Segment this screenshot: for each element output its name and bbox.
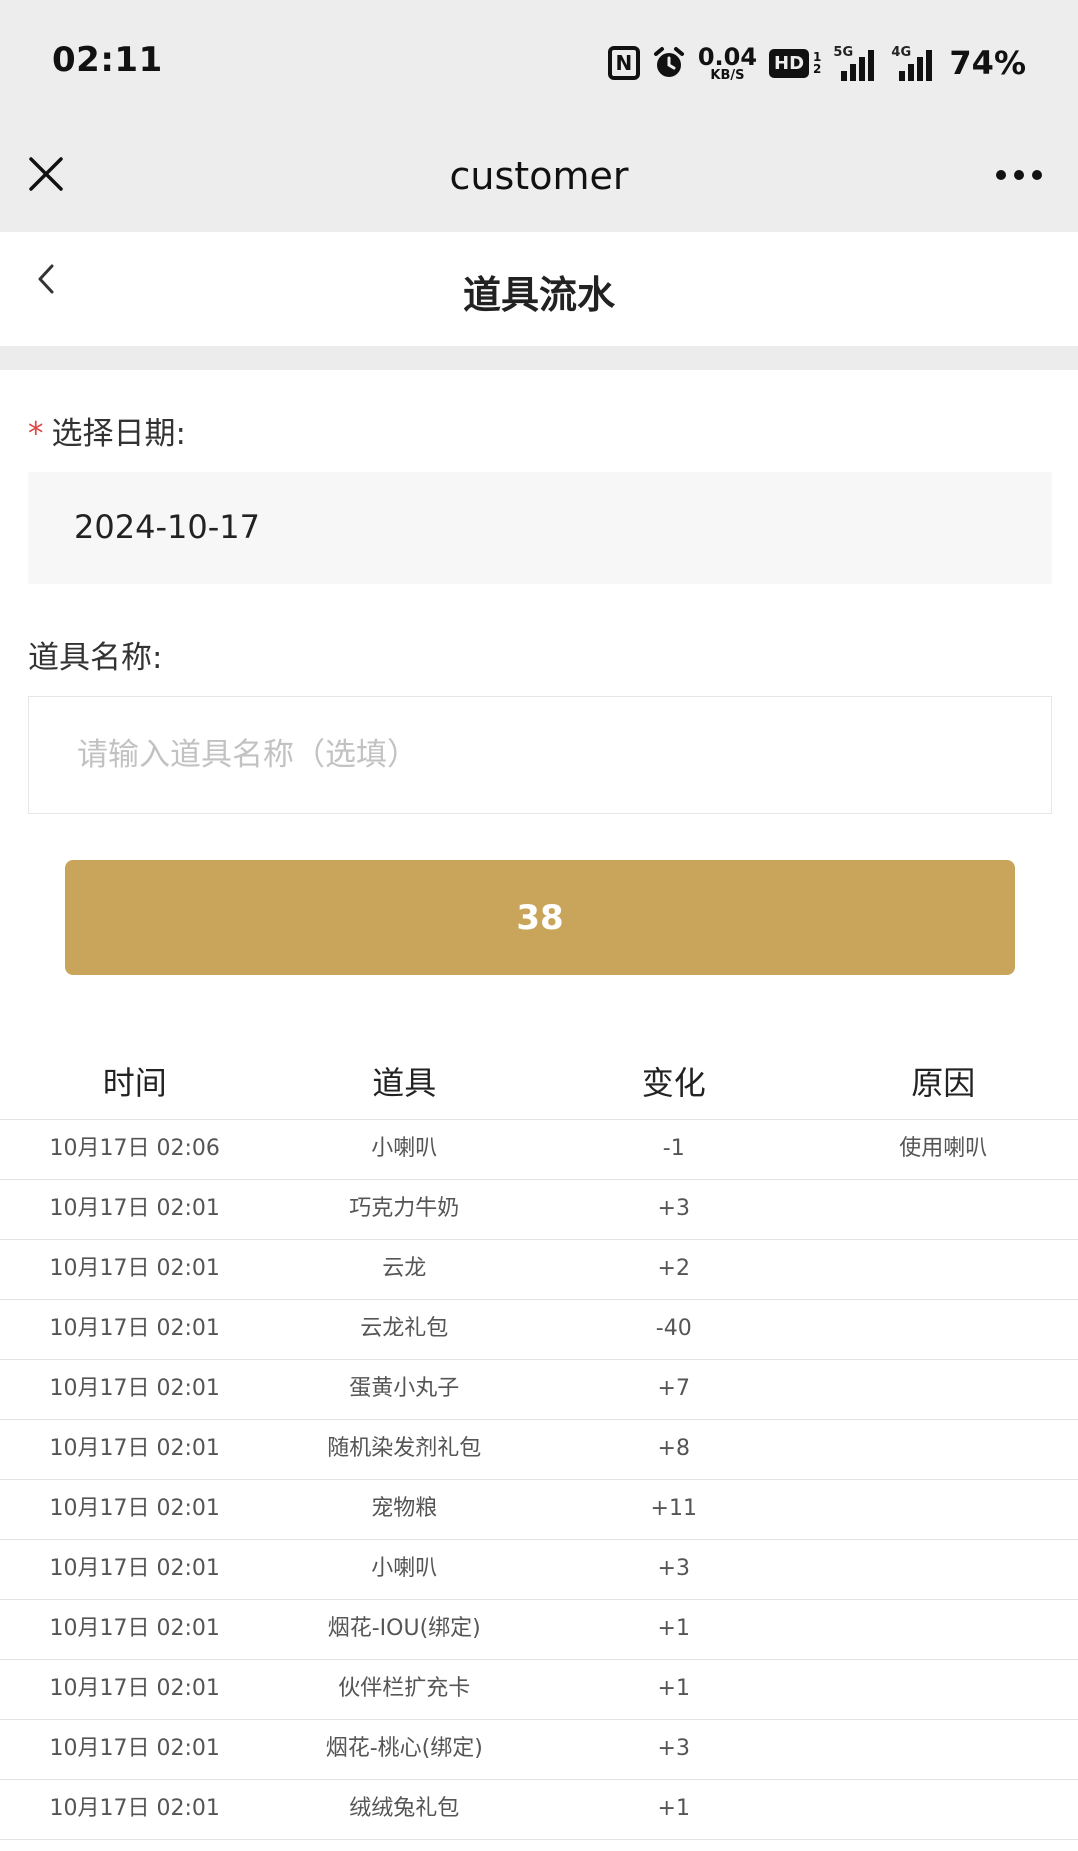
item-name-input[interactable] [77,733,977,777]
cell-reason [809,1420,1078,1479]
cell-time: 10月17日 02:01 [49,1256,220,1281]
app-title-bar: customer [0,120,1078,232]
cell-change: +3 [657,1736,690,1761]
cell-item: 绒绒兔礼包 [349,1796,460,1821]
table-row: 10月17日 02:01 烟花-IOU(绑定) +1 [0,1600,1078,1660]
cell-time: 10月17日 02:01 [49,1436,220,1461]
cell-reason [809,1360,1078,1419]
cell-item: 巧克力牛奶 [349,1196,460,1221]
cell-change: -40 [655,1316,692,1341]
cell-change: +3 [657,1196,690,1221]
required-mark: * [28,416,44,452]
status-time: 02:11 [52,40,163,80]
submit-button[interactable]: 38 [65,860,1015,975]
cell-change: +8 [657,1436,690,1461]
cell-change: +1 [657,1796,690,1821]
cell-change: +7 [657,1376,690,1401]
cell-time: 10月17日 02:01 [49,1196,220,1221]
cell-time: 10月17日 02:01 [49,1796,220,1821]
date-field-label: * 选择日期: [28,408,186,453]
cell-item: 小喇叭 [371,1136,438,1161]
table-row: 10月17日 02:01 巧克力牛奶 +3 [0,1180,1078,1240]
cell-time: 10月17日 02:01 [49,1556,220,1581]
table-row: 10月17日 02:01 云龙 +2 [0,1240,1078,1300]
cell-change: +1 [657,1616,690,1641]
item-log-table: 时间 道具 变化 原因 10月17日 02:06 小喇叭 -1 使用喇叭 10月… [0,1052,1078,1840]
table-row: 10月17日 02:01 伙伴栏扩充卡 +1 [0,1660,1078,1720]
cell-reason [809,1300,1078,1359]
hd-sim-index: 1 2 [813,51,821,75]
net-speed-unit: KB/S [710,67,745,83]
more-options-icon[interactable] [996,170,1042,182]
cell-time: 10月17日 02:01 [49,1616,220,1641]
page-header: 道具流水 [0,232,1078,346]
table-header: 时间 道具 变化 原因 [0,1052,1078,1120]
hd-voice-icon: HD [769,48,810,78]
net-speed: 0.04 KB/S [698,45,757,82]
cell-item: 蛋黄小丸子 [349,1376,460,1401]
nfc-icon: N [607,46,640,80]
date-value: 2024-10-17 [74,508,260,546]
signal-5g-icon: 5G [833,45,879,81]
cell-reason [809,1660,1078,1719]
cell-reason [809,1780,1078,1839]
cell-reason [809,1720,1078,1779]
status-icons: N 0.04 KB/S HD 1 2 5G 4G 74% [607,38,1026,88]
cell-reason [809,1540,1078,1599]
cell-change: +1 [657,1676,690,1701]
cell-reason [809,1180,1078,1239]
cell-item: 伙伴栏扩充卡 [338,1676,471,1701]
hd-sub-2: 2 [813,62,822,76]
header-time: 时间 [102,1064,167,1102]
cell-reason [809,1240,1078,1299]
cell-time: 10月17日 02:06 [49,1136,220,1161]
cell-time: 10月17日 02:01 [49,1736,220,1761]
section-divider [0,346,1078,370]
cell-change: -1 [662,1136,685,1161]
header-item: 道具 [372,1064,437,1102]
date-picker[interactable]: 2024-10-17 [28,472,1052,584]
table-row: 10月17日 02:01 宠物粮 +11 [0,1480,1078,1540]
table-row: 10月17日 02:01 蛋黄小丸子 +7 [0,1360,1078,1420]
net-speed-value: 0.04 [697,42,758,71]
date-label-text: 选择日期: [51,416,186,452]
table-row: 10月17日 02:01 随机染发剂礼包 +8 [0,1420,1078,1480]
table-row: 10月17日 02:01 烟花-桃心(绑定) +3 [0,1720,1078,1780]
alarm-icon [652,46,686,80]
header-reason: 原因 [911,1064,976,1102]
app-title: customer [449,154,629,198]
cell-item: 烟花-IOU(绑定) [327,1616,481,1641]
cell-change: +3 [657,1556,690,1581]
table-row: 10月17日 02:01 小喇叭 +3 [0,1540,1078,1600]
cell-time: 10月17日 02:01 [49,1316,220,1341]
table-row: 10月17日 02:01 云龙礼包 -40 [0,1300,1078,1360]
table-row: 10月17日 02:06 小喇叭 -1 使用喇叭 [0,1120,1078,1180]
cell-time: 10月17日 02:01 [49,1496,220,1521]
cell-item: 随机染发剂礼包 [327,1436,482,1461]
cell-time: 10月17日 02:01 [49,1376,220,1401]
cell-item: 云龙礼包 [360,1316,449,1341]
page-title: 道具流水 [462,273,615,317]
cell-reason: 使用喇叭 [899,1136,988,1161]
cell-change: +2 [657,1256,690,1281]
cell-time: 10月17日 02:01 [49,1676,220,1701]
cell-item: 云龙 [382,1256,427,1281]
battery-level: 74% [949,44,1026,82]
cell-reason [809,1600,1078,1659]
header-change: 变化 [641,1064,706,1102]
cell-item: 宠物粮 [371,1496,438,1521]
signal-4g-icon: 4G [891,45,937,81]
table-row: 10月17日 02:01 绒绒兔礼包 +1 [0,1780,1078,1840]
cell-item: 小喇叭 [371,1556,438,1581]
cell-change: +11 [650,1496,697,1521]
status-bar: 02:11 N 0.04 KB/S HD 1 2 5G 4G 74% [0,0,1078,120]
item-name-label: 道具名称: [28,640,163,676]
cell-reason [809,1480,1078,1539]
cell-item: 烟花-桃心(绑定) [325,1736,483,1761]
item-name-field[interactable] [28,696,1052,814]
